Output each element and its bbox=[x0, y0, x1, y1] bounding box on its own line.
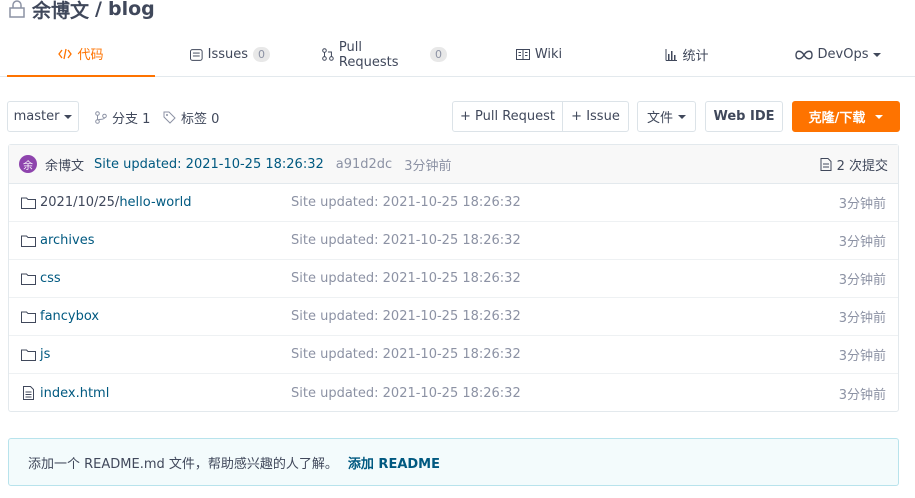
file-name[interactable]: index.html bbox=[40, 386, 109, 401]
tab-label: DevOps bbox=[817, 47, 869, 62]
commit-time: 3分钟前 bbox=[404, 158, 452, 174]
issues-icon bbox=[190, 48, 203, 61]
commit-sha[interactable]: a91d2dc bbox=[336, 157, 392, 172]
file-commit-message[interactable]: Site updated: 2021-10-25 18:26:32 bbox=[291, 347, 521, 362]
commit-message[interactable]: Site updated: 2021-10-25 18:26:32 bbox=[94, 157, 324, 172]
file-name[interactable]: archives bbox=[40, 233, 95, 248]
web-ide-label: Web IDE bbox=[713, 109, 775, 124]
file-commit-time: 3分钟前 bbox=[838, 311, 886, 326]
tab-label: 代码 bbox=[77, 48, 104, 63]
latest-commit-bar: 余 余博文 Site updated: 2021-10-25 18:26:32 … bbox=[9, 145, 898, 184]
repo-owner[interactable]: 余博文 bbox=[32, 0, 89, 23]
commit-count-label: 2 次提交 bbox=[836, 158, 888, 174]
clone-download-label: 克隆/下载 bbox=[808, 111, 866, 126]
file-commit-message[interactable]: Site updated: 2021-10-25 18:26:32 bbox=[291, 271, 521, 286]
file-commit-message[interactable]: Site updated: 2021-10-25 18:26:32 bbox=[291, 386, 521, 401]
repo-title: 余博文 / blog bbox=[8, 0, 155, 24]
branch-label: master bbox=[13, 109, 60, 124]
repo-tabs: 代码 Issues 0 Pull Requests 0 Wiki 统计 DevO… bbox=[0, 32, 915, 77]
tab-devops[interactable]: DevOps bbox=[793, 32, 883, 77]
file-row[interactable]: index.html Site updated: 2021-10-25 18:2… bbox=[9, 374, 898, 412]
branches-link[interactable]: 分支 1 bbox=[95, 107, 150, 127]
chevron-down-icon bbox=[873, 52, 882, 57]
tab-label: Pull Requests bbox=[338, 39, 399, 70]
file-dir-path: 2021/10/25/ bbox=[40, 195, 120, 210]
repo-separator: / bbox=[95, 0, 102, 20]
file-icon bbox=[23, 386, 34, 400]
file-commit-message[interactable]: Site updated: 2021-10-25 18:26:32 bbox=[291, 233, 521, 248]
file-commit-time: 3分钟前 bbox=[838, 235, 886, 250]
folder-icon bbox=[21, 273, 36, 285]
tab-issues[interactable]: Issues 0 bbox=[190, 32, 270, 77]
folder-icon bbox=[21, 311, 36, 323]
new-issue-label: + Issue bbox=[571, 109, 620, 124]
code-icon bbox=[58, 48, 73, 59]
branches-label: 分支 1 bbox=[112, 111, 151, 127]
web-ide-button[interactable]: Web IDE bbox=[705, 101, 783, 132]
tab-wiki[interactable]: Wiki bbox=[514, 32, 564, 77]
file-menu-button[interactable]: 文件 bbox=[637, 101, 696, 132]
folder-icon bbox=[21, 197, 36, 209]
file-commit-time: 3分钟前 bbox=[838, 197, 886, 212]
file-row[interactable]: css Site updated: 2021-10-25 18:26:32 3分… bbox=[9, 260, 898, 298]
commit-count-link[interactable]: 2 次提交 bbox=[820, 155, 888, 174]
chevron-down-icon bbox=[678, 114, 686, 119]
file-commit-time: 3分钟前 bbox=[838, 387, 886, 403]
chevron-down-icon bbox=[64, 114, 73, 119]
folder-icon bbox=[21, 235, 36, 247]
stats-icon bbox=[665, 48, 678, 61]
branch-select[interactable]: master bbox=[7, 101, 79, 132]
tab-pull-requests[interactable]: Pull Requests 0 bbox=[322, 32, 447, 77]
tags-label: 标签 0 bbox=[181, 111, 220, 127]
tags-link[interactable]: 标签 0 bbox=[163, 107, 219, 127]
new-issue-button[interactable]: + Issue bbox=[562, 101, 629, 132]
file-commit-time: 3分钟前 bbox=[838, 349, 886, 364]
pull-requests-count-badge: 0 bbox=[430, 47, 447, 62]
file-row[interactable]: fancybox Site updated: 2021-10-25 18:26:… bbox=[9, 298, 898, 336]
tab-code[interactable]: 代码 bbox=[7, 32, 155, 77]
tab-label: Wiki bbox=[534, 47, 563, 62]
branch-icon bbox=[95, 110, 107, 124]
tab-label: 统计 bbox=[682, 49, 709, 64]
tab-stats[interactable]: 统计 bbox=[662, 32, 712, 77]
file-row[interactable]: js Site updated: 2021-10-25 18:26:32 3分钟… bbox=[9, 336, 898, 374]
file-name: hello-world bbox=[119, 195, 192, 210]
wiki-icon bbox=[515, 49, 530, 60]
add-readme-link[interactable]: 添加 README bbox=[348, 453, 440, 472]
commit-author[interactable]: 余博文 bbox=[45, 155, 84, 174]
readme-notice-text: 添加一个 README.md 文件，帮助感兴趣的人了解。 bbox=[28, 456, 338, 472]
file-commit-time: 3分钟前 bbox=[838, 273, 886, 288]
pull-request-icon bbox=[322, 48, 334, 61]
tab-label: Issues bbox=[207, 47, 248, 62]
chevron-down-icon bbox=[875, 114, 884, 119]
new-pull-request-button[interactable]: + Pull Request bbox=[452, 101, 563, 132]
file-commit-message[interactable]: Site updated: 2021-10-25 18:26:32 bbox=[291, 195, 521, 210]
devops-icon bbox=[794, 50, 813, 59]
file-commit-message[interactable]: Site updated: 2021-10-25 18:26:32 bbox=[291, 309, 521, 324]
file-name[interactable]: css bbox=[40, 271, 61, 286]
file-menu-label: 文件 bbox=[646, 111, 673, 126]
lock-icon bbox=[8, 0, 26, 18]
issues-count-badge: 0 bbox=[253, 47, 270, 62]
repo-name[interactable]: blog bbox=[108, 0, 155, 20]
clone-download-button[interactable]: 克隆/下载 bbox=[792, 101, 900, 132]
commits-icon bbox=[820, 157, 832, 171]
folder-icon bbox=[21, 349, 36, 361]
file-name[interactable]: js bbox=[40, 347, 50, 362]
file-row[interactable]: 2021/10/25/hello-world Site updated: 202… bbox=[9, 184, 898, 222]
readme-notice: 添加一个 README.md 文件，帮助感兴趣的人了解。 添加 README bbox=[8, 438, 899, 486]
new-pull-request-label: + Pull Request bbox=[459, 109, 556, 124]
file-name[interactable]: fancybox bbox=[40, 309, 99, 324]
file-list: 余 余博文 Site updated: 2021-10-25 18:26:32 … bbox=[8, 144, 899, 412]
tag-icon bbox=[163, 111, 176, 124]
file-name-link[interactable]: 2021/10/25/hello-world bbox=[40, 195, 191, 210]
file-row[interactable]: archives Site updated: 2021-10-25 18:26:… bbox=[9, 222, 898, 260]
avatar[interactable]: 余 bbox=[19, 155, 37, 173]
